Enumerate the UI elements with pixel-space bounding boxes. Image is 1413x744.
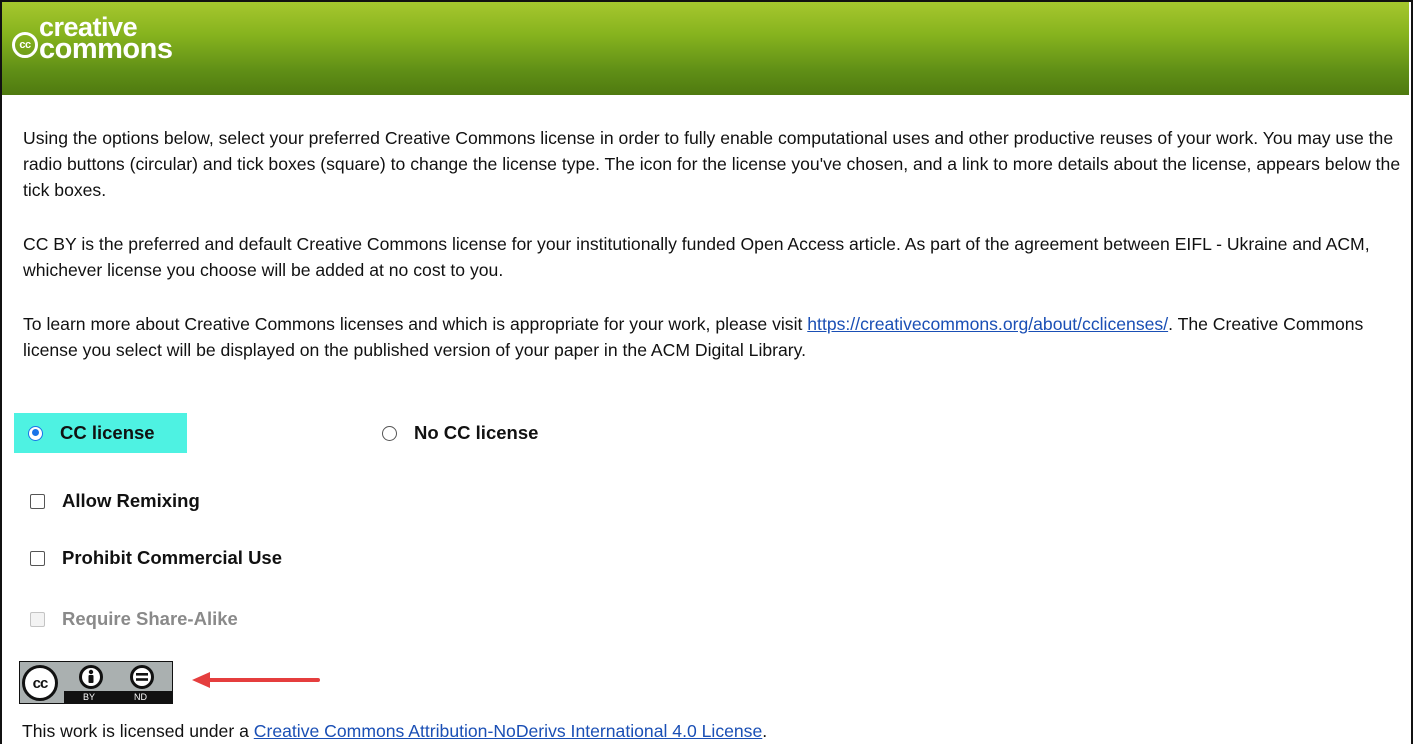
intro-paragraph-3-text: To learn more about Creative Commons lic… — [23, 314, 808, 334]
license-statement-suffix: . — [762, 721, 768, 741]
page-frame — [0, 0, 1413, 744]
license-statement-prefix: This work is licensed under a — [22, 721, 254, 741]
allow-remixing-checkbox[interactable] — [30, 493, 45, 509]
share-alike-option: Require Share-Alike — [30, 608, 238, 630]
cc-license-option[interactable]: CC license — [14, 413, 187, 453]
cc-header: cc creative commons — [2, 2, 1409, 95]
license-statement: This work is licensed under a Creative C… — [22, 720, 767, 742]
intro-paragraph-3: To learn more about Creative Commons lic… — [23, 311, 1408, 363]
cc-license-label[interactable]: CC license — [60, 422, 155, 444]
intro-paragraph-2: CC BY is the preferred and default Creat… — [23, 234, 1370, 280]
badge-strip — [64, 691, 172, 703]
intro-paragraph-1: Using the options below, select your pre… — [23, 128, 1401, 200]
arrow-icon — [192, 672, 320, 688]
cc-badge-icon: cc — [22, 665, 58, 701]
cc-licenses-link[interactable]: https://creativecommons.org/about/cclice… — [807, 314, 1168, 334]
badge-by-label: BY — [83, 692, 96, 702]
no-derivatives-icon — [130, 665, 154, 689]
license-link[interactable]: Creative Commons Attribution-NoDerivs In… — [254, 721, 763, 741]
allow-remixing-option[interactable]: Allow Remixing — [30, 490, 200, 512]
cc-license-radio[interactable] — [28, 425, 43, 441]
license-badge[interactable]: cc BY ND — [19, 661, 173, 704]
share-alike-checkbox — [30, 611, 45, 627]
prohibit-commercial-checkbox[interactable] — [30, 550, 45, 566]
badge-nd-label: ND — [134, 692, 147, 702]
prohibit-commercial-option[interactable]: Prohibit Commercial Use — [30, 547, 282, 569]
share-alike-label: Require Share-Alike — [62, 608, 238, 629]
no-cc-license-radio[interactable] — [382, 425, 397, 441]
cc-logo-icon: cc — [12, 32, 38, 58]
allow-remixing-label[interactable]: Allow Remixing — [62, 490, 200, 512]
prohibit-commercial-label[interactable]: Prohibit Commercial Use — [62, 547, 282, 569]
attribution-icon — [79, 665, 103, 689]
logo-word-commons: commons — [39, 33, 173, 65]
creative-commons-logo: cc creative commons — [12, 14, 173, 65]
no-cc-license-option[interactable]: No CC license — [382, 413, 538, 453]
no-cc-license-label[interactable]: No CC license — [414, 422, 538, 444]
